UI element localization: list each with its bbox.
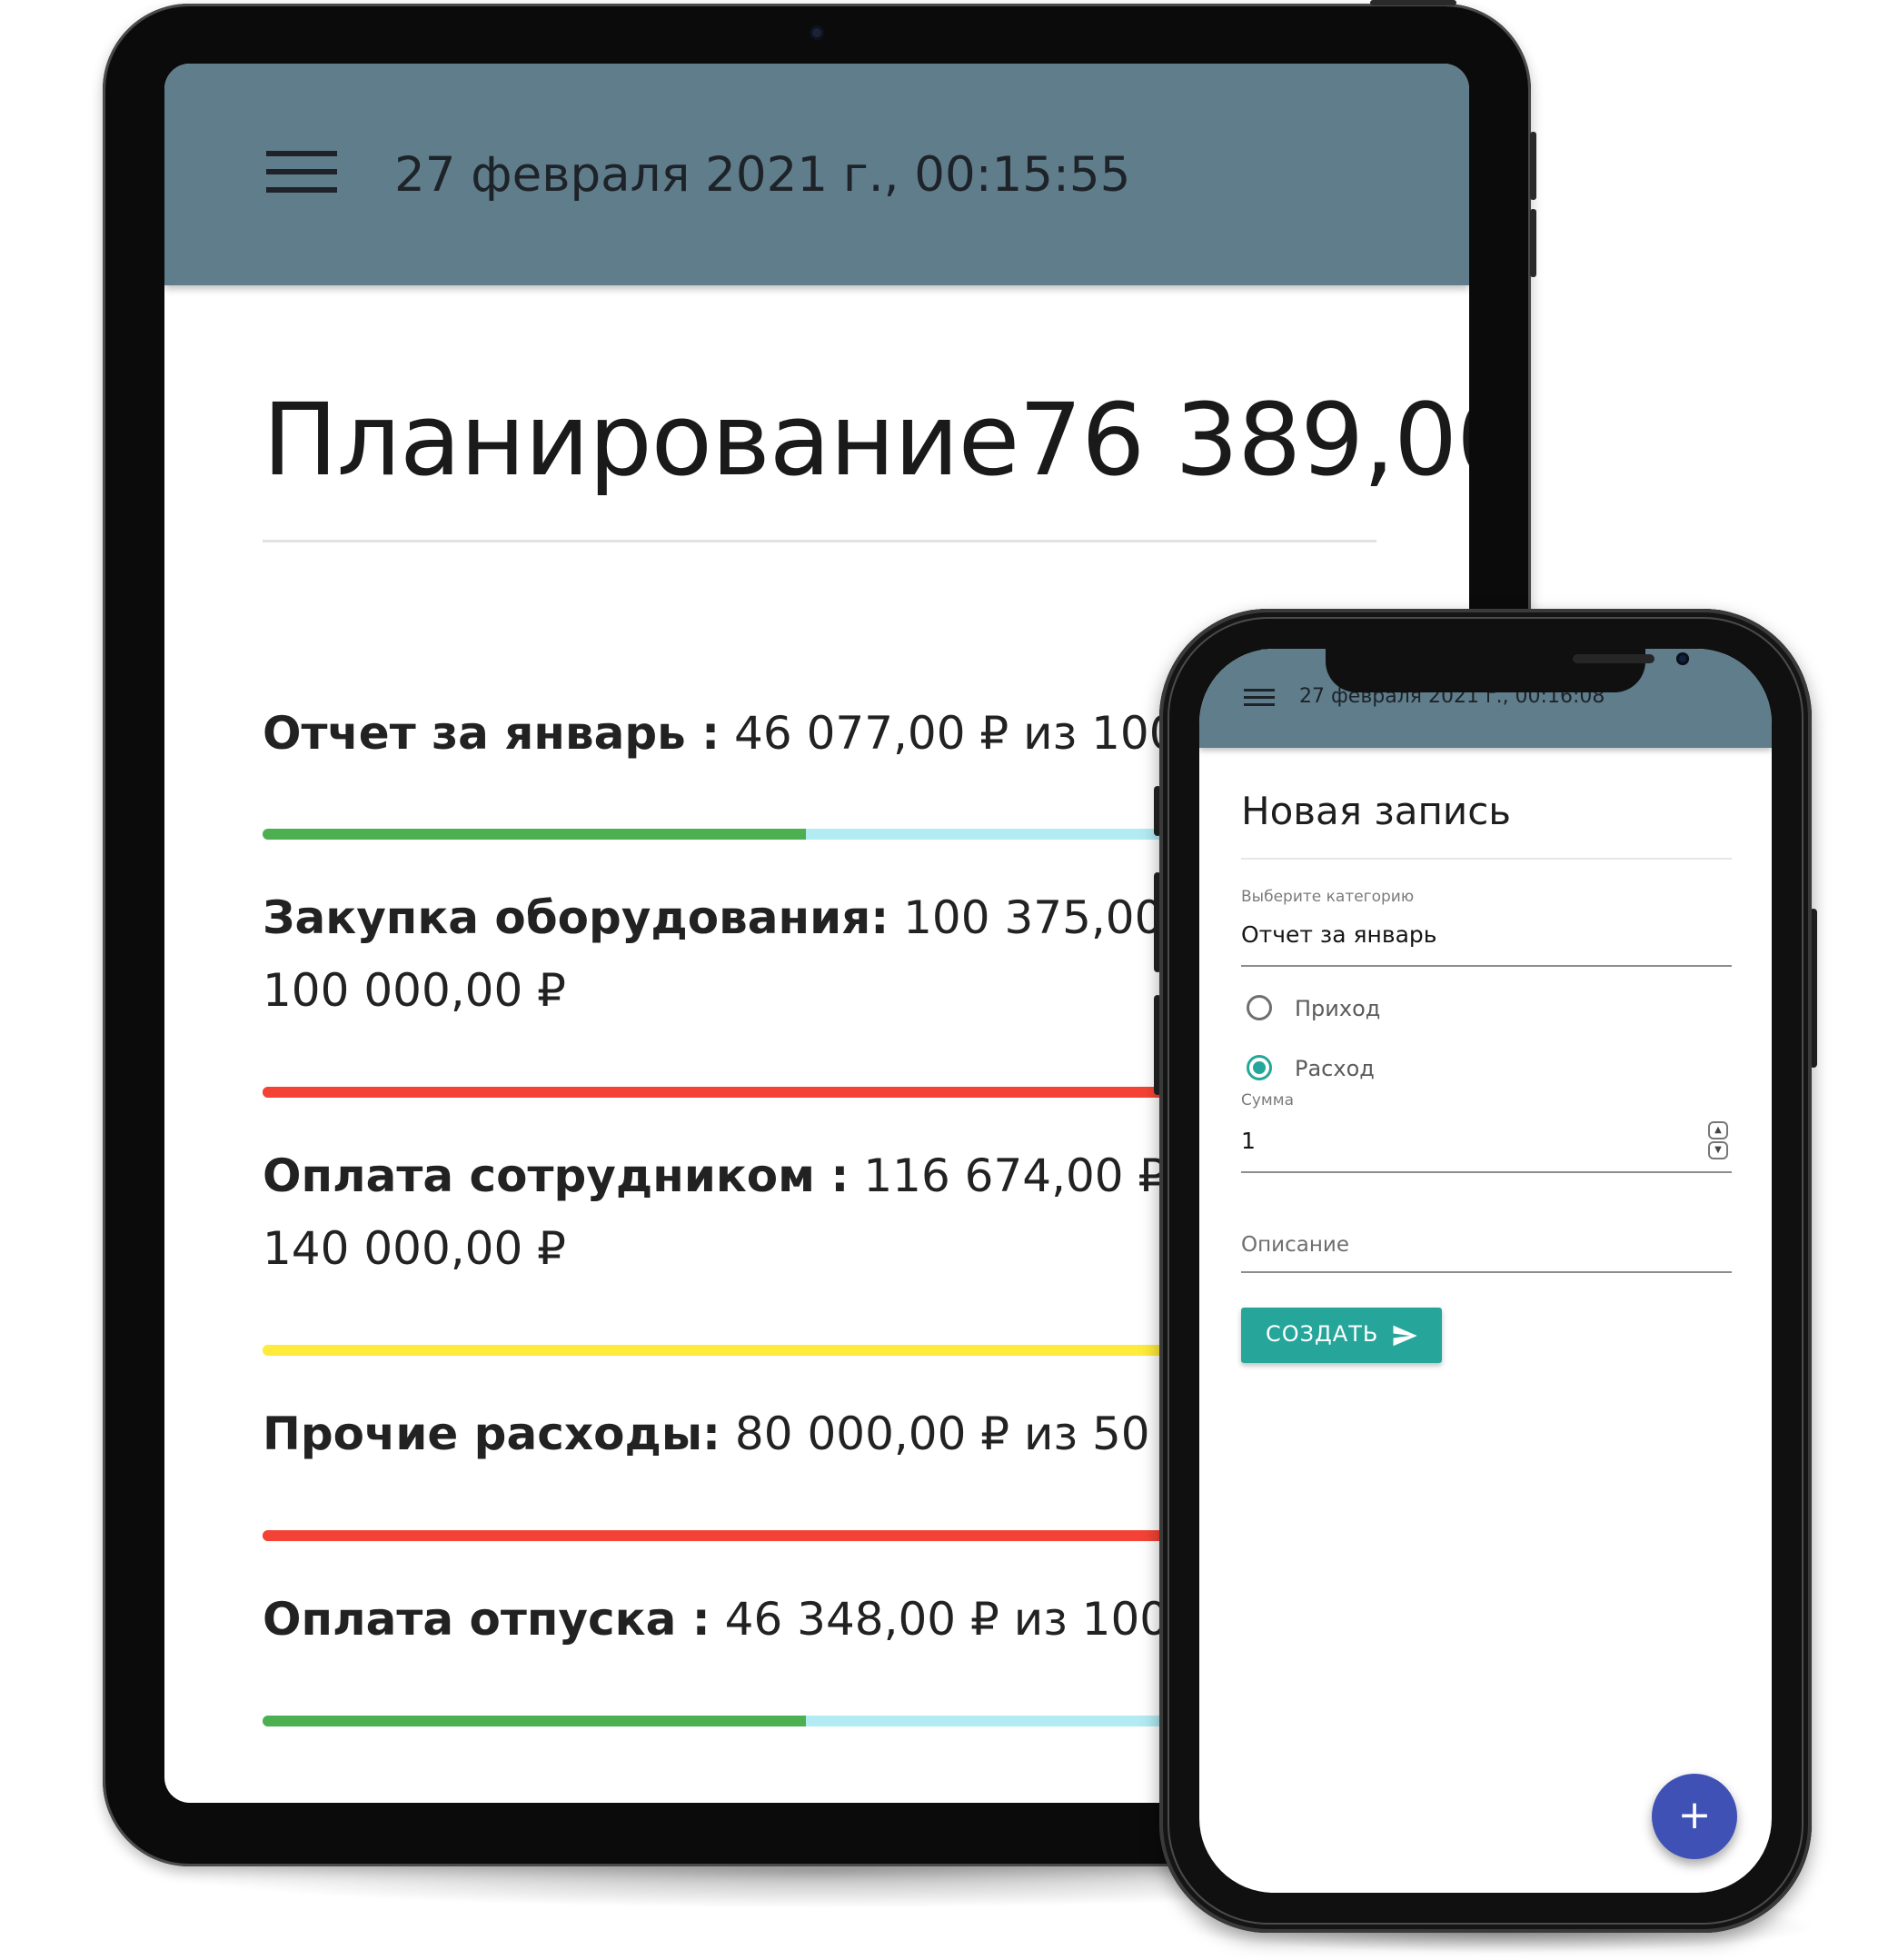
radio-expense[interactable] [1247,1055,1272,1080]
plan-item-label: Прочие расходы: [263,1408,721,1460]
stepper-up-icon[interactable]: ▲ [1708,1121,1728,1139]
tablet-volume-button [1530,209,1536,277]
plan-item-amount-cont: 100 000,00 ₽ [263,964,566,1017]
sum-label: Сумма [1241,1091,1294,1109]
stepper-down-icon[interactable]: ▼ [1708,1141,1728,1159]
plan-item-label: Оплата отпуска : [263,1593,710,1646]
phone-speaker [1573,654,1654,663]
send-icon [1393,1325,1417,1347]
title-divider [263,540,1376,542]
phone-camera [1676,652,1689,665]
device-mockup-stage: 27 февраля 2021 г., 00:15:55 Планировани… [0,0,1878,1960]
radio-income-label[interactable]: Приход [1295,996,1380,1021]
phone-screen: 27 февраля 2021 г., 00:16:08 Новая запис… [1199,649,1772,1893]
menu-icon[interactable] [266,151,337,194]
form-title: Новая запись [1241,789,1512,833]
radio-income[interactable] [1247,995,1272,1020]
menu-icon[interactable] [1244,689,1275,709]
create-button[interactable]: СОЗДАТЬ [1241,1308,1442,1363]
sum-underline [1241,1171,1732,1173]
radio-expense-label[interactable]: Расход [1295,1056,1375,1081]
plan-item-amount-cont: 140 000,00 ₽ [263,1222,566,1275]
tablet-datetime: 27 февраля 2021 г., 00:15:55 [394,147,1131,203]
sum-input[interactable]: 1 [1241,1128,1256,1154]
tablet-volume-button [1530,132,1536,200]
phone-notch [1326,649,1689,692]
category-underline [1241,965,1732,967]
category-label: Выберите категорию [1241,888,1415,906]
form-divider [1241,858,1732,860]
add-icon[interactable]: + [1652,1774,1737,1859]
create-button-label: СОЗДАТЬ [1266,1321,1379,1347]
tablet-app-bar: 27 февраля 2021 г., 00:15:55 [164,64,1469,285]
plan-item-label: Оплата сотрудником : [263,1149,850,1202]
plan-item-label: Отчет за январь : [263,707,720,760]
plan-item-label: Закупка оборудования: [263,891,889,944]
tablet-power-button [1370,0,1456,5]
tablet-camera [810,25,824,40]
page-title: Планирование76 389,00 ₽ [263,382,1469,498]
plan-progress-fill [263,1716,806,1726]
description-underline [1241,1271,1732,1273]
description-input[interactable]: Описание [1241,1233,1349,1257]
plan-progress-fill [263,829,806,840]
category-select[interactable]: Отчет за январь [1241,921,1437,948]
sum-stepper[interactable]: ▲ ▼ [1708,1121,1728,1159]
